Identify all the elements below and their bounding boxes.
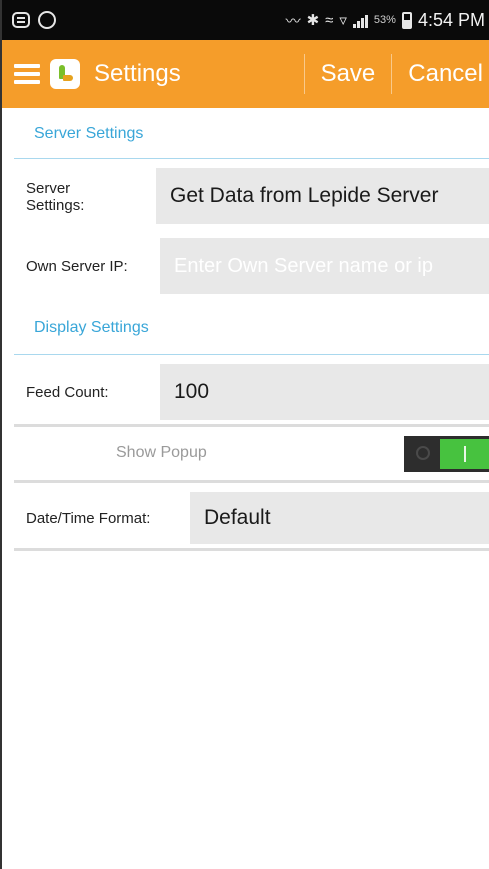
server-settings-select[interactable]: Get Data from Lepide Server [156,168,489,224]
action-bar: Settings Save Cancel [2,40,489,108]
bluetooth-icon: ✱ [306,12,320,29]
row-divider [14,480,489,483]
wifi-icon: ▿ [339,12,347,29]
hamburger-menu-icon[interactable] [14,64,40,84]
show-popup-label: Show Popup [116,444,207,461]
section-divider [14,354,489,355]
battery-percent: 53% [373,14,396,26]
section-divider [14,158,489,159]
datetime-format-select[interactable]: Default [190,492,489,544]
app-frame: 〰 ✱ ≈ ▿ 53% 4:54 PM Settings Save Cancel… [0,0,489,869]
own-server-ip-input[interactable]: Enter Own Server name or ip [160,238,489,294]
signal-icon [352,13,368,28]
toggle-on-knob [440,439,489,469]
message-icon [12,12,30,28]
save-button[interactable]: Save [305,40,392,108]
nfc-icon: ≈ [325,11,334,29]
page-title: Settings [94,60,181,87]
cancel-button[interactable]: Cancel [392,40,489,108]
feed-count-input[interactable]: 100 [160,364,489,420]
section-header-server: Server Settings [34,125,144,142]
own-server-ip-label: Own Server IP: [26,257,128,275]
show-popup-toggle[interactable] [404,436,489,472]
row-divider [14,424,489,427]
section-header-display: Display Settings [34,319,149,336]
row-divider [14,548,489,551]
vibrate-icon: 〰 [285,12,301,30]
clock: 4:54 PM [417,9,485,30]
status-bar: 〰 ✱ ≈ ▿ 53% 4:54 PM [2,0,489,40]
toggle-off-icon [416,446,430,460]
feed-count-label: Feed Count: [26,383,109,401]
app-logo-icon [50,59,80,89]
server-settings-label: Server Settings: [26,180,85,214]
battery-icon [401,11,412,29]
datetime-format-label: Date/Time Format: [26,509,151,527]
whatsapp-icon [38,11,56,29]
